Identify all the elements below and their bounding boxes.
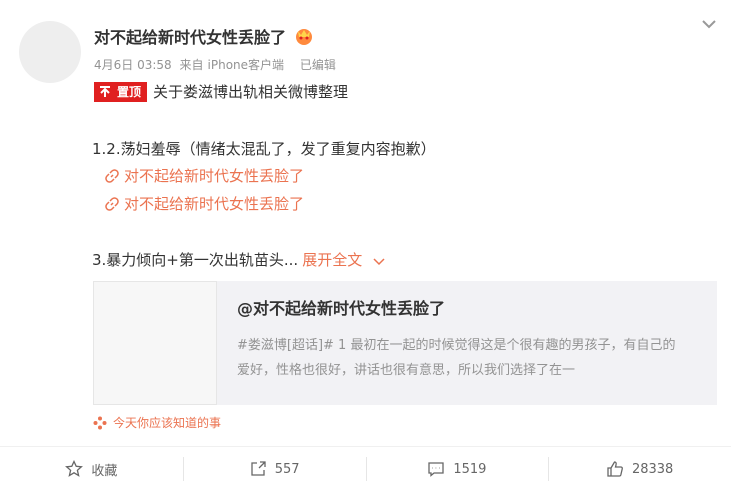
post-meta: 4月6日 03:58 来自 iPhone客户端 已编辑 [94,56,340,73]
edited-label[interactable]: 已编辑 [300,58,336,72]
pin-badge: 置顶 [94,81,148,102]
card-thumbnail [93,281,217,405]
link-icon [105,196,119,211]
expand-link[interactable]: 展开全文 [302,251,362,269]
post-line-2: 3.暴力倾向+第一次出轨苗头... 展开全文 [92,249,386,270]
comment-button[interactable]: 1519 [365,447,549,491]
chevron-down-icon[interactable] [372,254,386,268]
pin-title: 关于娄滋博出轨相关微博整理 [153,83,349,101]
post-line-1: 1.2.荡妇羞辱（情绪太混乱了，发了重复内容抱歉） [92,140,436,158]
thumbs-up-icon [607,461,623,477]
pin-icon [95,82,115,101]
avatar[interactable] [19,21,81,83]
mention-link[interactable]: 对不起给新时代女性丢脸了 [104,193,304,214]
card-summary: #娄滋博[超话]# 1 最初在一起的时候觉得这是个很有趣的男孩子，有自己的爱好，… [237,338,676,378]
comment-icon [428,462,444,477]
source-prefix: 来自 [179,58,204,72]
source-app: iPhone客户端 [207,58,285,72]
like-count: 28338 [631,461,674,477]
mention-link[interactable]: 对不起给新时代女性丢脸了 [104,165,304,186]
link-icon [105,168,119,183]
star-icon [65,460,84,477]
sparkle-icon [93,416,107,429]
vip-badge-icon [296,29,313,45]
pinned-row: 置顶 关于娄滋博出轨相关微博整理 [94,81,348,102]
author-row: 对不起给新时代女性丢脸了 [94,24,314,48]
repost-count: 557 [274,461,300,477]
topic-link[interactable]: 今天你应该知道的事 [93,414,221,431]
comment-count: 1519 [453,461,487,477]
repost-card[interactable]: @对不起给新时代女性丢脸了 #娄滋博[超话]# 1 最初在一起的时候觉得这是个很… [93,281,717,405]
card-title[interactable]: @对不起给新时代女性丢脸了 [237,295,701,319]
author-name[interactable]: 对不起给新时代女性丢脸了 [94,24,286,48]
chevron-down-icon[interactable] [699,14,719,34]
mention-link-label: 对不起给新时代女性丢脸了 [124,167,305,185]
mention-link-label: 对不起给新时代女性丢脸了 [124,195,305,213]
repost-button[interactable]: 557 [182,447,366,491]
pin-badge-label: 置顶 [115,82,147,101]
favorite-label: 收藏 [91,463,118,479]
action-bar: 收藏 557 1519 28338 [0,446,731,491]
favorite-button[interactable]: 收藏 [0,447,183,491]
card-body: @对不起给新时代女性丢脸了 #娄滋博[超话]# 1 最初在一起的时候觉得这是个很… [217,281,717,405]
topic-label: 今天你应该知道的事 [113,416,222,430]
repost-icon [251,461,266,476]
post-line-2-text: 3.暴力倾向+第一次出轨苗头... [92,251,299,269]
like-button[interactable]: 28338 [548,447,731,491]
post-timestamp[interactable]: 4月6日 03:58 [94,58,172,72]
